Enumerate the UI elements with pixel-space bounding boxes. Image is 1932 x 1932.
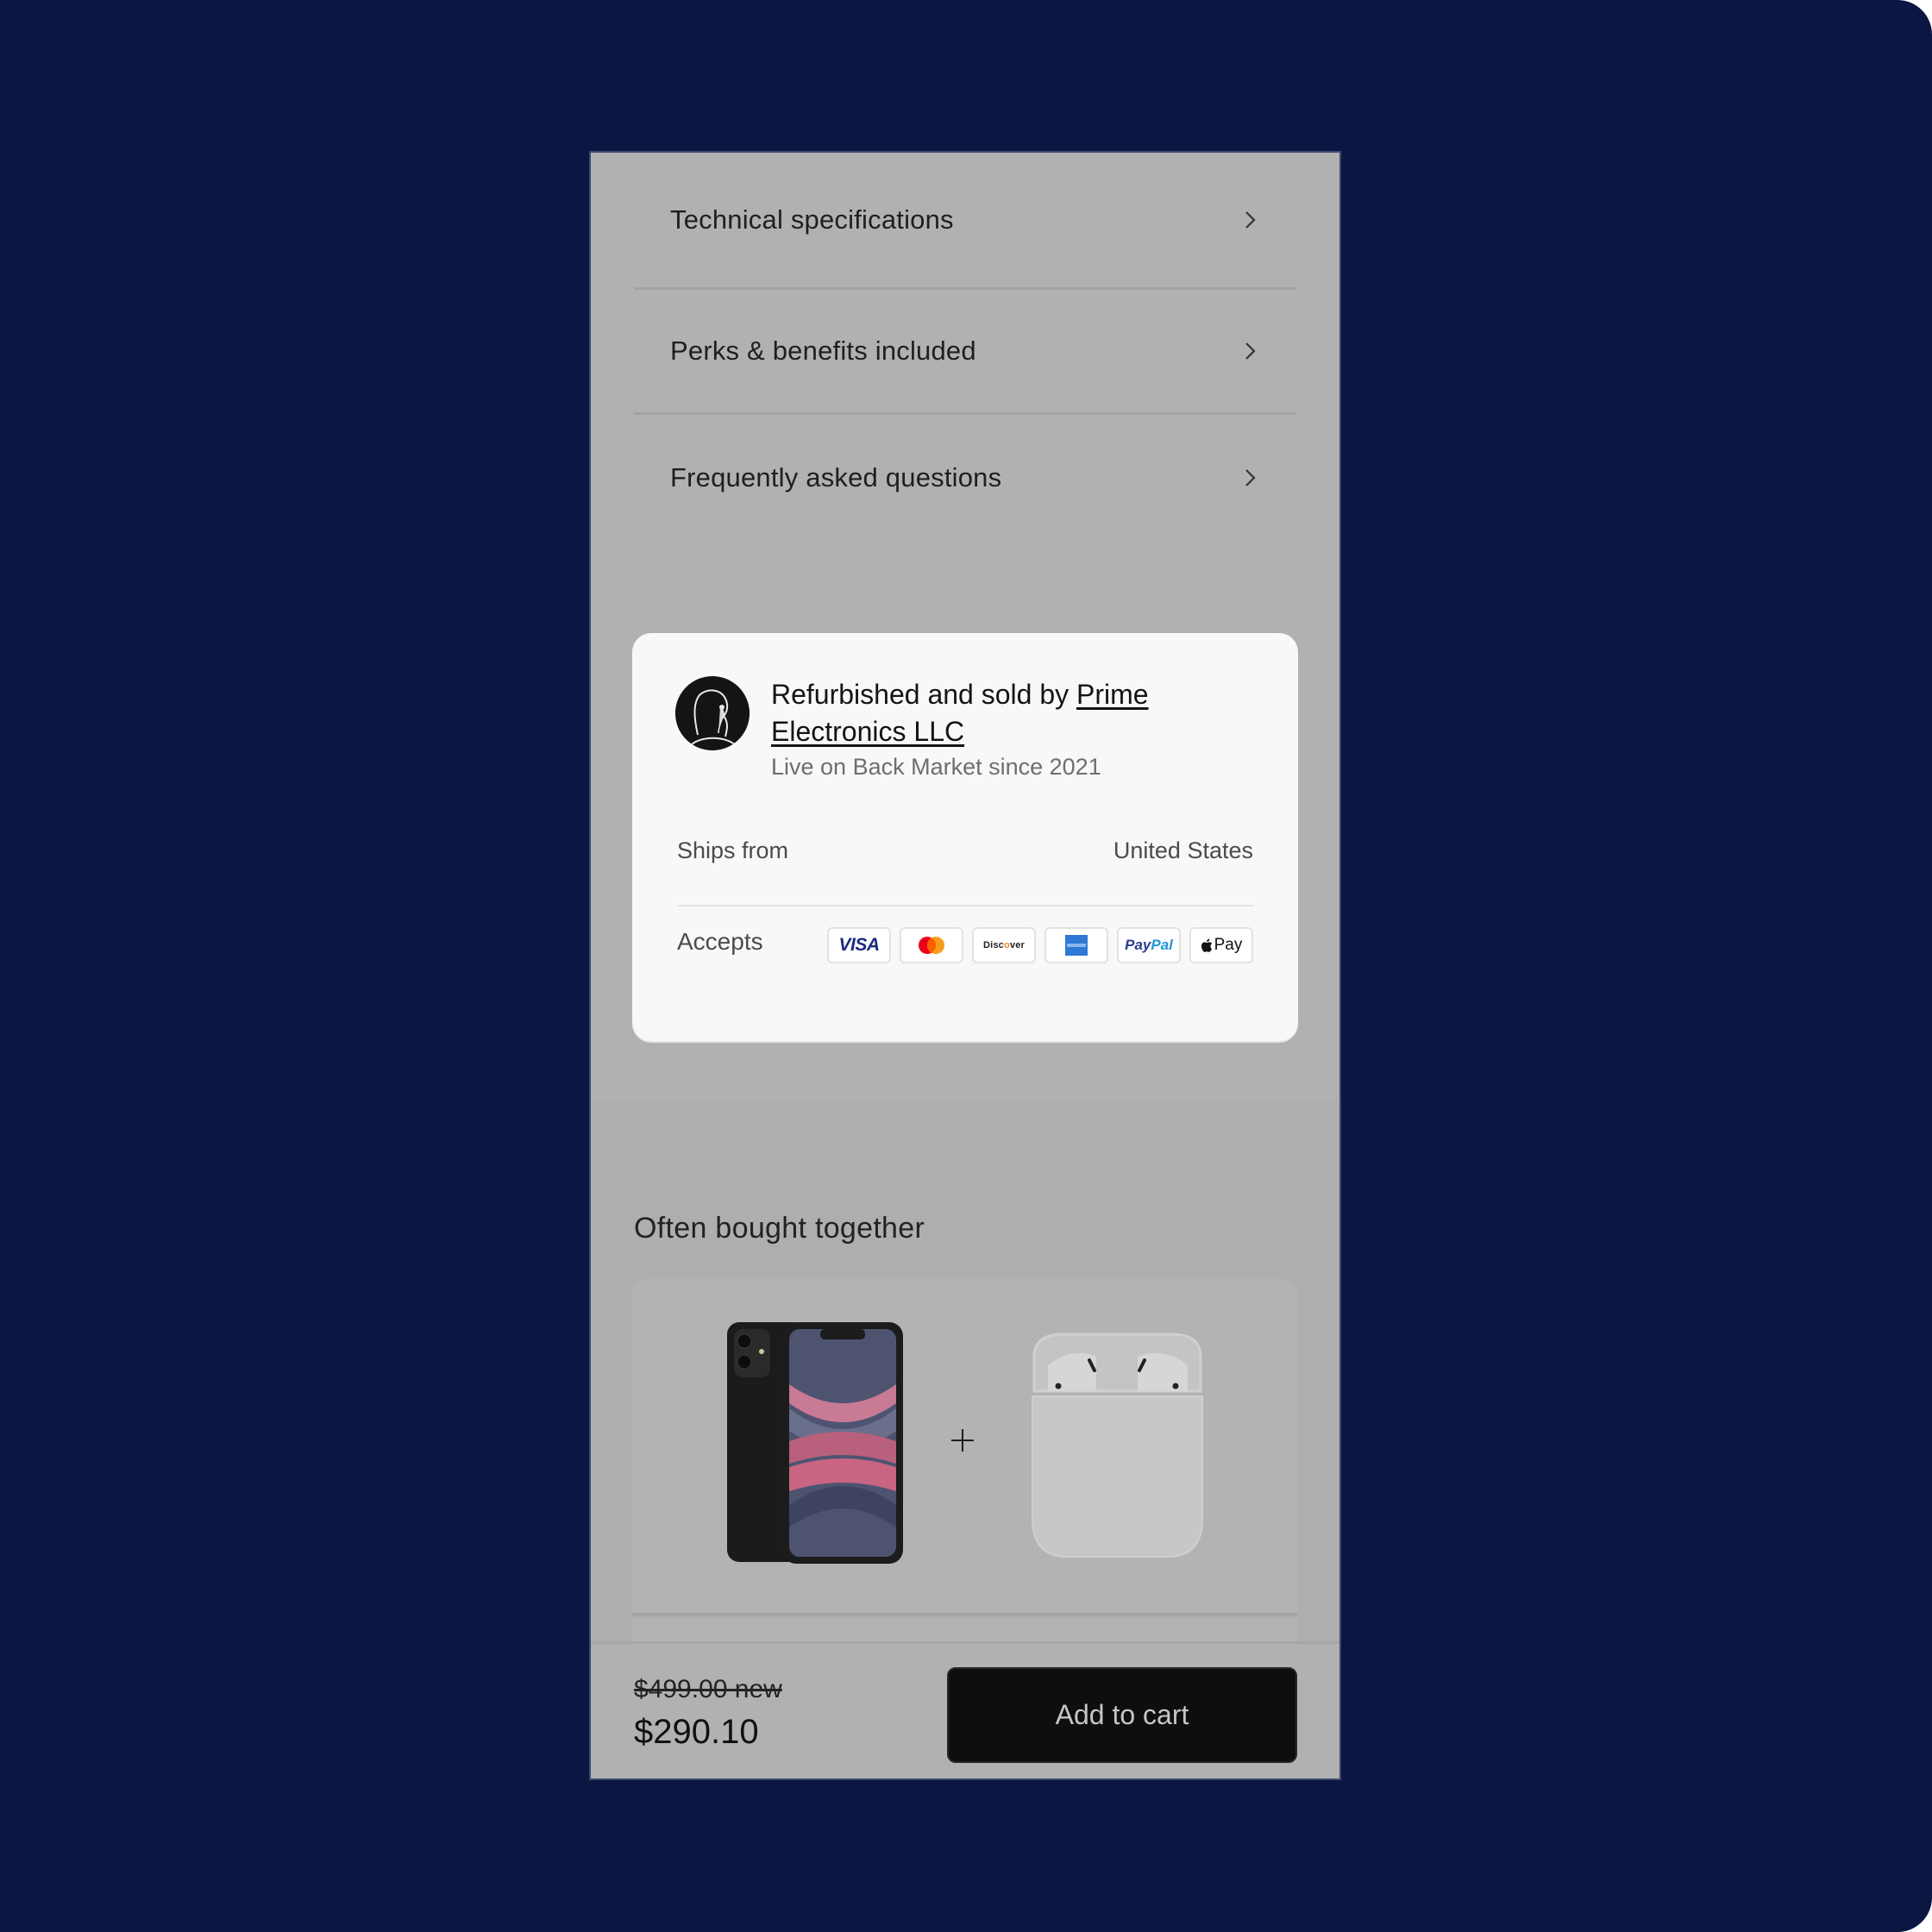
ships-from-label: Ships from (677, 837, 789, 863)
accordion-label: Technical specifications (670, 204, 954, 235)
payment-methods: VISA Discover PayPal Pay (827, 927, 1253, 963)
chevron-right-icon (1245, 211, 1256, 229)
original-price: $499.00 new (634, 1675, 782, 1703)
accordion-perks-benefits[interactable]: Perks & benefits included (634, 290, 1296, 415)
accepts-label: Accepts (677, 928, 763, 955)
add-to-cart-button[interactable]: Add to cart (947, 1667, 1297, 1763)
mastercard-icon (900, 927, 963, 963)
amex-icon (1044, 927, 1108, 963)
bundle-card (632, 1279, 1298, 1615)
chevron-right-icon (1245, 342, 1256, 360)
ships-from-value: United States (1113, 837, 1253, 863)
bundle-title: Often bought together (634, 1212, 925, 1245)
paypal-icon: PayPal (1117, 927, 1181, 963)
accepts-row: Accepts VISA Discover PayPal Pay (677, 924, 1253, 967)
chevron-right-icon (1245, 468, 1256, 486)
seller-profile-icon (675, 676, 750, 750)
accordion-faq[interactable]: Frequently asked questions (634, 415, 1296, 540)
accordion-technical-specifications[interactable]: Technical specifications (634, 153, 1296, 290)
apple-pay-icon: Pay (1189, 927, 1253, 963)
phone-screen: Technical specifications Perks & benefit… (591, 153, 1339, 1778)
iphone-product-image[interactable] (725, 1320, 905, 1565)
airpods-product-image[interactable] (1029, 1331, 1206, 1559)
seller-title: Refurbished and sold by Prime Electronic… (771, 676, 1254, 750)
sticky-purchase-bar: $499.00 new $290.10 Add to cart (591, 1641, 1339, 1778)
seller-avatar (675, 676, 750, 750)
seller-since: Live on Back Market since 2021 (771, 754, 1101, 780)
seller-card: Refurbished and sold by Prime Electronic… (632, 633, 1298, 1041)
visa-icon: VISA (827, 927, 891, 963)
current-price: $290.10 (634, 1713, 759, 1751)
seller-title-prefix: Refurbished and sold by (771, 679, 1076, 710)
discover-icon: Discover (972, 927, 1036, 963)
plus-icon (951, 1429, 974, 1452)
ships-from-row: Ships from United States (677, 837, 1253, 906)
accordion-label: Perks & benefits included (670, 336, 976, 366)
accordion-label: Frequently asked questions (670, 461, 1002, 492)
